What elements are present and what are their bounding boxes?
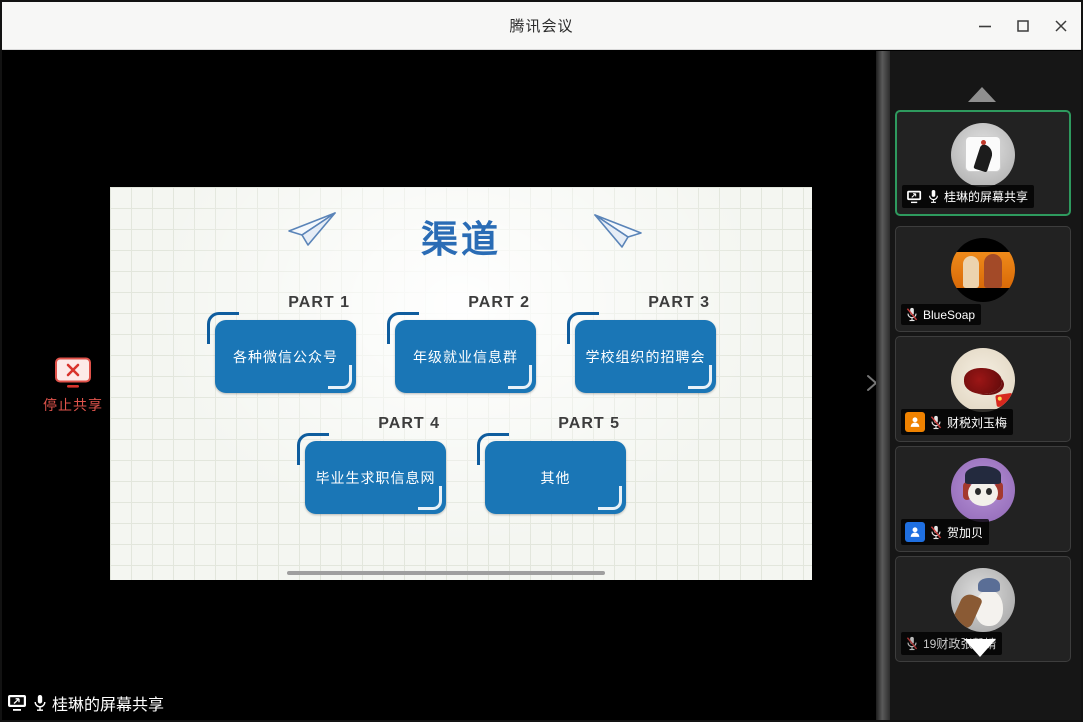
participant-tile-liuyumei[interactable]: 财税刘玉梅 (895, 336, 1071, 442)
sharer-banner-label: 桂琳的屏幕共享 (52, 691, 164, 715)
scroll-up-arrow[interactable] (968, 87, 996, 102)
stop-share-label: 停止共享 (43, 395, 103, 415)
paper-plane-icon (286, 211, 338, 251)
title-bar: 腾讯会议 (2, 2, 1081, 50)
part-label: PART 3 (648, 294, 710, 312)
mic-on-icon (32, 694, 48, 712)
participant-tile-bluesoap[interactable]: BlueSoap (895, 226, 1071, 332)
avatar (951, 238, 1015, 302)
box-text: 学校组织的招聘会 (575, 320, 716, 393)
participant-name: 桂琳的屏幕共享 (944, 188, 1028, 205)
participant-name: 贺加贝 (947, 524, 983, 541)
participant-name-strip: 财税刘玉梅 (901, 409, 1013, 435)
member-badge-icon (905, 522, 925, 542)
participant-name: BlueSoap (923, 308, 975, 322)
scroll-down-arrow[interactable] (964, 639, 996, 657)
slide-box-part4: PART 4 毕业生求职信息网 (305, 441, 446, 514)
maximize-button[interactable] (1015, 18, 1031, 34)
box-text: 各种微信公众号 (215, 320, 356, 393)
part-label: PART 1 (288, 294, 350, 312)
part-label: PART 5 (558, 415, 620, 433)
stop-share-icon (54, 357, 92, 389)
avatar (951, 568, 1015, 632)
close-button[interactable] (1053, 18, 1069, 34)
mic-muted-icon (929, 525, 943, 540)
avatar (951, 348, 1015, 412)
screen-share-icon (906, 190, 923, 204)
mic-muted-icon (929, 415, 943, 430)
mic-muted-icon (905, 307, 919, 322)
paper-plane-icon (592, 213, 644, 253)
participant-name-strip: BlueSoap (901, 304, 981, 325)
part-label: PART 2 (468, 294, 530, 312)
tencent-meeting-window: 腾讯会议 渠道 (0, 0, 1083, 722)
avatar (951, 458, 1015, 522)
participant-name-strip: 贺加贝 (901, 519, 989, 545)
window-title: 腾讯会议 (509, 15, 573, 36)
slide-box-part5: PART 5 其他 (485, 441, 626, 514)
slide-title: 渠道 (110, 209, 812, 263)
shared-screen-stage: 渠道 PART 1 各种微信公众号 (2, 51, 876, 720)
participant-name-strip: 桂琳的屏幕共享 (902, 185, 1034, 208)
box-text: 其他 (485, 441, 626, 514)
stop-share-button[interactable]: 停止共享 (36, 357, 110, 415)
participant-name: 财税刘玉梅 (947, 414, 1007, 431)
minimize-button[interactable] (977, 18, 993, 34)
slide-box-part1: PART 1 各种微信公众号 (215, 320, 356, 393)
slide-box-part3: PART 3 学校组织的招聘会 (575, 320, 716, 393)
mic-muted-icon (905, 636, 919, 651)
member-badge-icon (905, 412, 925, 432)
participant-tile-guilin[interactable]: 桂琳的屏幕共享 (895, 110, 1071, 216)
screen-share-icon (7, 694, 28, 712)
window-controls (977, 2, 1069, 50)
box-text: 毕业生求职信息网 (305, 441, 446, 514)
part-label: PART 4 (378, 415, 440, 433)
sharer-banner: 桂琳的屏幕共享 (7, 691, 164, 715)
slide-horizontal-scrollbar[interactable] (287, 571, 605, 575)
box-text: 年级就业信息群 (395, 320, 536, 393)
avatar (951, 123, 1015, 187)
slide-box-part2: PART 2 年级就业信息群 (395, 320, 536, 393)
participant-tile-hejiabei[interactable]: 贺加贝 (895, 446, 1071, 552)
panel-divider[interactable] (876, 51, 890, 720)
mic-on-icon (927, 189, 940, 204)
participants-sidebar: 桂琳的屏幕共享 BlueSoap (890, 51, 1081, 720)
presentation-slide: 渠道 PART 1 各种微信公众号 (110, 187, 812, 580)
